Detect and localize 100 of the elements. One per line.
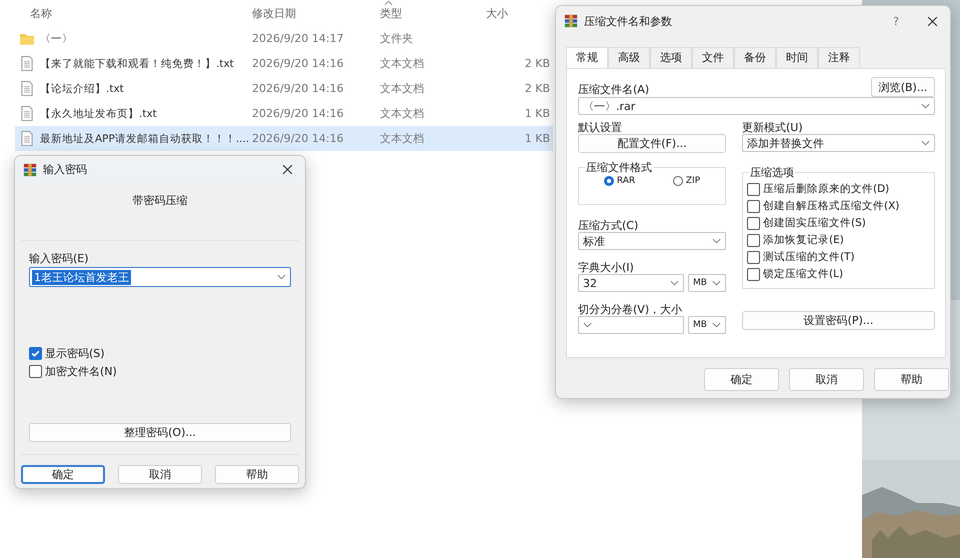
field-label: 输入密码(E) (29, 251, 90, 266)
file-name: 【来了就能下载和观看！纯免费！】.txt (40, 56, 234, 70)
manage-passwords-button[interactable]: 整理密码(O)... (29, 423, 291, 442)
modified-date: 2026/9/20 14:17 (252, 32, 345, 45)
checkbox-label: 加密文件名(N) (45, 364, 117, 378)
file-size: 1 KB (524, 107, 550, 120)
radio-button[interactable] (604, 176, 614, 186)
file-size: 1 KB (524, 132, 550, 145)
chevron-down-icon (670, 280, 679, 286)
column-header[interactable]: 大小 (486, 0, 546, 26)
unit-dropdown[interactable]: MB (688, 274, 726, 292)
file-name: 最新地址及APP请发邮箱自动获取！！！.... (40, 132, 250, 146)
modified-date: 2026/9/20 14:16 (252, 82, 345, 95)
password-field[interactable]: 1老王论坛首发老王 (29, 267, 291, 287)
help-button[interactable]: ? (893, 14, 899, 28)
method-dropdown[interactable]: 标准 (578, 232, 726, 250)
modified-date: 2026/9/20 14:16 (252, 57, 345, 70)
field-label: 切分为分卷(V)，大小 (578, 302, 684, 316)
checkbox-label: 创建固实压缩文件(S) (763, 216, 866, 230)
field-label: 默认设置 (578, 120, 623, 134)
modified-date: 2026/9/20 14:16 (252, 107, 345, 120)
file-row[interactable]: 【永久地址发布页】.txt 2026/9/20 14:16 文本文档 1 KB (15, 101, 553, 126)
dialog-button[interactable]: 帮助 (874, 368, 949, 391)
file-name: 【论坛介绍】.txt (40, 82, 124, 96)
dictionary-size-dropdown[interactable]: 32 (578, 274, 684, 292)
text-file-icon (20, 81, 34, 96)
checkbox-label: 创建自解压格式压缩文件(X) (763, 199, 900, 213)
chevron-down-icon (277, 274, 286, 280)
checkbox-label: 显示密码(S) (45, 346, 105, 360)
archive-name-field[interactable]: 〈一〉.rar (578, 97, 935, 115)
checkbox[interactable] (747, 268, 760, 280)
dialog-button[interactable]: 帮助 (215, 465, 299, 484)
checkbox[interactable] (747, 182, 760, 196)
radio-button[interactable] (672, 176, 683, 186)
checkbox[interactable] (747, 200, 760, 212)
close-icon[interactable] (927, 16, 938, 26)
close-icon[interactable] (282, 164, 293, 175)
checkbox[interactable] (29, 346, 42, 360)
file-size: 2 KB (524, 57, 550, 70)
tab[interactable]: 选项 (650, 47, 692, 68)
field-label: 压缩方式(C) (578, 218, 640, 232)
dialog-subtitle: 带密码压缩 (132, 193, 188, 208)
chevron-down-icon (921, 140, 930, 146)
text-file-icon (20, 106, 34, 121)
chevron-down-icon (712, 322, 721, 328)
file-type: 文本文档 (380, 56, 425, 71)
window-title: 输入密码 (43, 162, 88, 177)
checkbox-label: 锁定压缩文件(L) (763, 267, 844, 281)
checkbox[interactable] (747, 234, 760, 246)
tab[interactable]: 文件 (692, 47, 734, 68)
volume-size-field[interactable] (578, 316, 684, 334)
file-type: 文本文档 (380, 81, 425, 96)
checkbox-label: 测试压缩的文件(T) (763, 250, 855, 264)
file-size: 2 KB (524, 82, 550, 95)
tab[interactable]: 时间 (776, 47, 818, 68)
column-header[interactable]: 类型 (380, 0, 486, 26)
profiles-button[interactable]: 配置文件(F)... (578, 134, 726, 153)
tab[interactable]: 注释 (818, 47, 860, 68)
dialog-button[interactable]: 取消 (118, 465, 202, 484)
dialog-button[interactable]: 确定 (21, 465, 105, 484)
tab[interactable]: 常规 (566, 47, 608, 68)
radio-label: RAR (616, 176, 636, 186)
tab[interactable]: 高级 (608, 47, 650, 68)
text-file-icon (20, 131, 34, 146)
file-row[interactable]: 【来了就能下载和观看！纯免费！】.txt 2026/9/20 14:16 文本文档 2 KB (15, 51, 553, 76)
checkbox[interactable] (747, 216, 760, 230)
chevron-down-icon (712, 238, 721, 244)
checkbox[interactable] (29, 364, 42, 378)
field-label: 字典大小(I) (578, 260, 635, 274)
file-type: 文本文档 (380, 106, 425, 121)
set-password-button[interactable]: 设置密码(P)... (742, 311, 935, 330)
text-file-icon (20, 56, 34, 71)
chevron-down-icon (712, 280, 721, 286)
dialog-button[interactable]: 确定 (704, 368, 779, 391)
browse-button[interactable]: 浏览(B)... (871, 77, 935, 97)
file-row[interactable]: 【论坛介绍】.txt 2026/9/20 14:16 文本文档 2 KB (15, 76, 553, 101)
radio-label: ZIP (686, 176, 700, 186)
dialog-button[interactable]: 取消 (789, 368, 864, 391)
field-label: 压缩文件名(A) (578, 82, 650, 97)
file-type: 文本文档 (380, 131, 425, 146)
window-title: 压缩文件名和参数 (584, 14, 673, 28)
field-label: 更新模式(U) (742, 120, 804, 134)
group-label: 压缩选项 (749, 165, 795, 180)
unit-dropdown[interactable]: MB (688, 316, 726, 334)
chevron-down-icon (921, 103, 930, 109)
file-name: 【永久地址发布页】.txt (40, 106, 157, 120)
chevron-down-icon (583, 322, 592, 328)
column-header[interactable]: 修改日期 (252, 0, 380, 26)
tab[interactable]: 备份 (734, 47, 776, 68)
modified-date: 2026/9/20 14:16 (252, 132, 345, 145)
checkbox-label: 压缩后删除原来的文件(D) (763, 182, 890, 196)
checkbox-label: 添加恢复记录(E) (763, 233, 844, 247)
file-row[interactable]: 最新地址及APP请发邮箱自动获取！！！.... 2026/9/20 14:16 文本文档 1 KB (15, 126, 553, 151)
group-label: 压缩文件格式 (585, 160, 653, 175)
stacked-books-icon (23, 162, 37, 176)
checkbox[interactable] (747, 250, 760, 264)
file-row[interactable]: 〈一〉 2026/9/20 14:17 文件夹 (15, 26, 553, 51)
file-name: 〈一〉 (40, 32, 73, 46)
column-header[interactable]: 名称 (30, 0, 252, 26)
update-mode-dropdown[interactable]: 添加并替换文件 (742, 134, 935, 152)
